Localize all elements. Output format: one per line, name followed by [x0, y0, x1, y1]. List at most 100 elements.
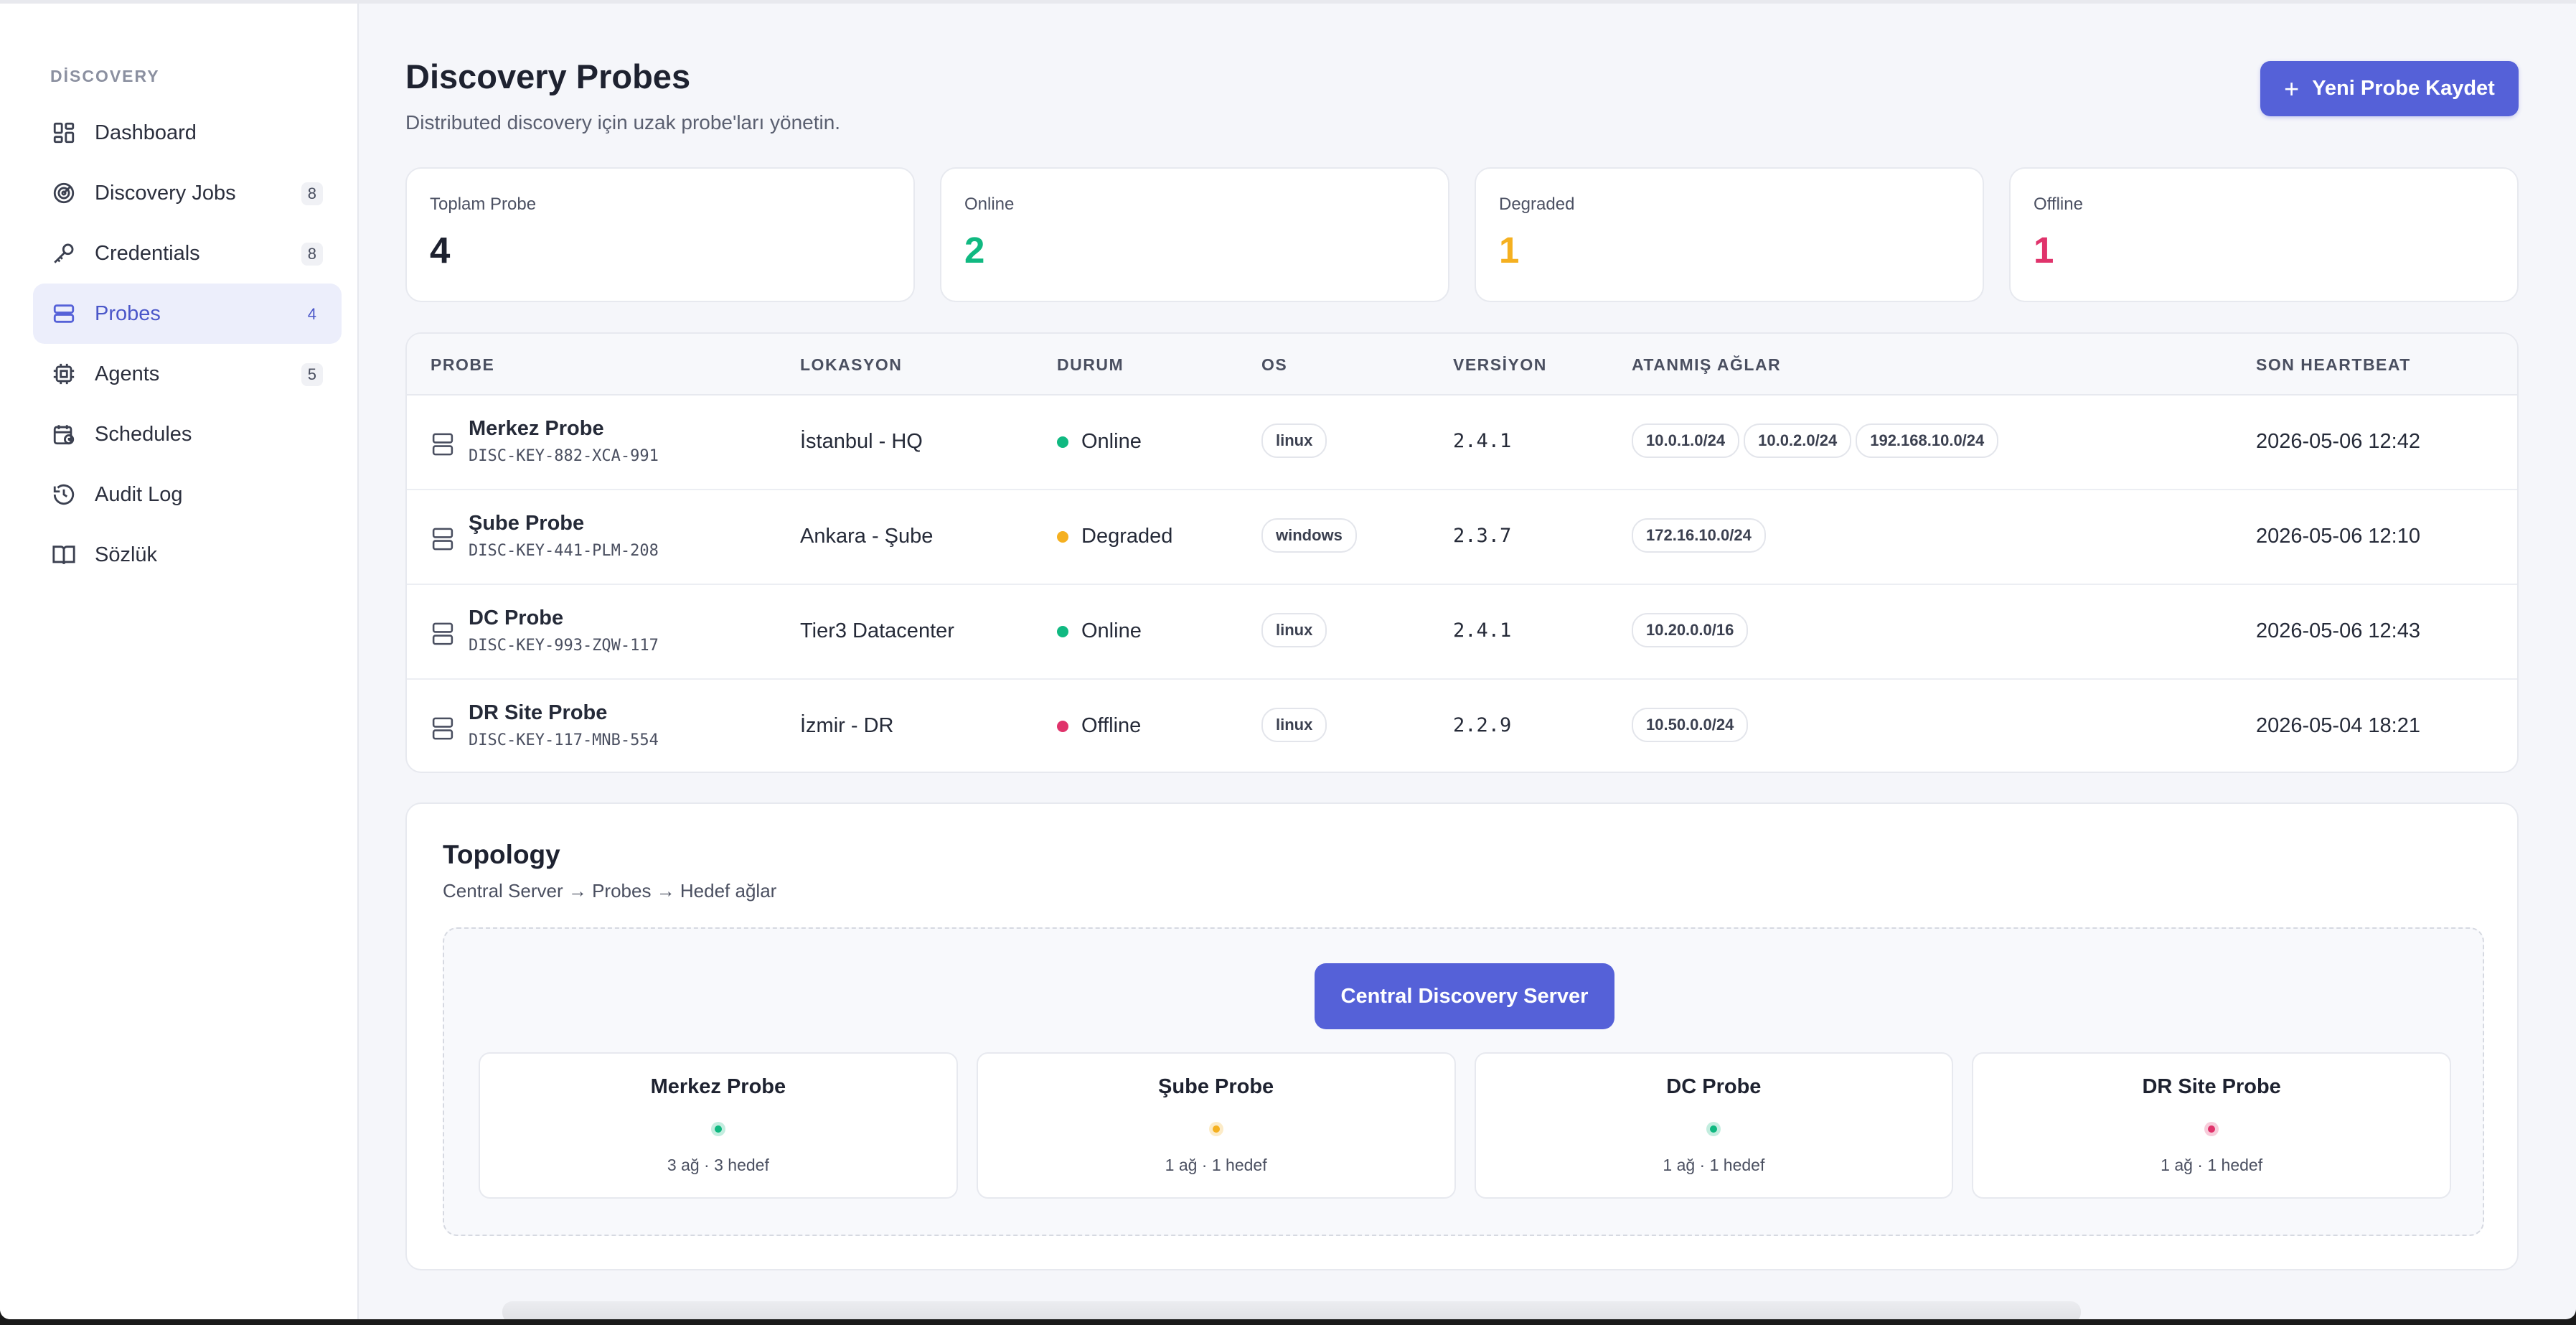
os-badge: windows [1261, 518, 1357, 553]
network-list: 172.16.10.0/24 [1632, 518, 1766, 553]
sidebar-item-dashboard[interactable]: Dashboard [33, 103, 342, 163]
sidebar-item-audit-log[interactable]: Audit Log [33, 464, 342, 525]
probe-key: DISC-KEY-993-ZQW-117 [469, 637, 659, 655]
count-badge: 8 [301, 243, 323, 266]
new-probe-button[interactable]: + Yeni Probe Kaydet [2260, 61, 2519, 116]
stat-label: Toplam Probe [430, 195, 537, 214]
probe-key: DISC-KEY-117-MNB-554 [469, 731, 659, 749]
status-dot [1706, 1122, 1721, 1136]
network-chip: 10.0.1.0/24 [1632, 423, 1740, 458]
table-row[interactable]: DC Probe DISC-KEY-993-ZQW-117 Tier3 Data… [407, 585, 2517, 680]
status-badge: Online [1057, 430, 1142, 454]
os-label: windows [1261, 518, 1357, 553]
history-icon [50, 481, 77, 508]
column-header-probe[interactable]: PROBE [431, 355, 494, 375]
network-list: 10.0.1.0/24 10.0.2.0/24 192.168.10.0/24 [1632, 423, 1999, 458]
sidebar-item-probes[interactable]: Probes 4 [33, 284, 342, 344]
column-header-location[interactable]: LOKASYON [800, 355, 902, 375]
stat-card-online: Online 2 [940, 167, 1449, 302]
status-label: Online [1081, 430, 1142, 453]
os-label: linux [1261, 708, 1327, 742]
os-badge: linux [1261, 613, 1327, 647]
network-chip: 10.0.2.0/24 [1744, 423, 1852, 458]
app-window: DİSCOVERY Dashboard Discovery Jobs 8 Cre… [0, 0, 2576, 1319]
page-title: Discovery Probes [405, 57, 691, 95]
network-list: 10.50.0.0/24 [1632, 708, 1749, 742]
stat-value: 1 [2034, 230, 2054, 271]
topology-probe-name: DC Probe [1666, 1075, 1762, 1098]
count-badge: 8 [301, 182, 323, 205]
last-heartbeat: 2026-05-06 12:42 [2256, 430, 2420, 453]
sidebar-item-label: Audit Log [95, 482, 183, 506]
network-list: 10.20.0.0/16 [1632, 613, 1749, 647]
stat-label: Degraded [1499, 195, 1575, 214]
status-dot [1057, 530, 1068, 543]
sidebar-item-sozluk[interactable]: Sözlük [33, 525, 342, 585]
sidebar-item-label: Agents [95, 362, 160, 385]
topology-probe-node[interactable]: DC Probe 1 ağ · 1 hedef [1474, 1052, 1954, 1199]
server-icon [431, 431, 454, 457]
stat-label: Online [964, 195, 1015, 214]
probe-key: DISC-KEY-441-PLM-208 [469, 542, 659, 560]
table-row[interactable]: DR Site Probe DISC-KEY-117-MNB-554 İzmir… [407, 680, 2517, 772]
status-label: Degraded [1081, 525, 1173, 548]
server-icon [431, 621, 454, 647]
status-badge: Online [1057, 619, 1142, 643]
central-server-node[interactable]: Central Discovery Server [1315, 963, 1614, 1029]
topology-diagram: Central Discovery Server Merkez Probe 3 … [443, 927, 2484, 1236]
topology-probe-list: Merkez Probe 3 ağ · 3 hedef Şube Probe 1… [479, 1052, 2451, 1199]
sidebar-section-title: DİSCOVERY [50, 67, 160, 85]
sidebar: DİSCOVERY Dashboard Discovery Jobs 8 Cre… [0, 4, 359, 1319]
sidebar-item-label: Schedules [95, 422, 192, 446]
column-header-networks[interactable]: ATANMIŞ AĞLAR [1632, 355, 1781, 375]
column-header-status[interactable]: DURUM [1057, 355, 1124, 375]
scroll-shadow [502, 1301, 2081, 1319]
probe-version: 2.4.1 [1453, 619, 1512, 642]
table-header: PROBE LOKASYON DURUM OS VERSİYON ATANMIŞ… [407, 334, 2517, 395]
os-badge: linux [1261, 423, 1327, 458]
sidebar-item-schedules[interactable]: Schedules [33, 404, 342, 464]
probe-name[interactable]: DC Probe [469, 607, 563, 630]
radar-icon [50, 179, 77, 207]
column-header-version[interactable]: VERSİYON [1453, 355, 1547, 375]
status-dot [1208, 1122, 1223, 1136]
sidebar-item-label: Sözlük [95, 543, 158, 566]
status-badge: Degraded [1057, 525, 1172, 548]
probe-name[interactable]: Şube Probe [469, 512, 584, 535]
topology-probe-node[interactable]: Merkez Probe 3 ağ · 3 hedef [479, 1052, 958, 1199]
probe-name[interactable]: DR Site Probe [469, 701, 607, 725]
network-chip: 10.20.0.0/16 [1632, 613, 1749, 647]
os-badge: linux [1261, 708, 1327, 742]
probe-version: 2.3.7 [1453, 525, 1512, 547]
calendar-icon [50, 421, 77, 448]
probe-version: 2.2.9 [1453, 714, 1512, 736]
server-icon [50, 300, 77, 327]
probe-location: İzmir - DR [800, 714, 894, 737]
sidebar-item-credentials[interactable]: Credentials 8 [33, 223, 342, 284]
probe-location: İstanbul - HQ [800, 430, 923, 453]
stat-value: 1 [1499, 230, 1520, 271]
table-row[interactable]: Şube Probe DISC-KEY-441-PLM-208 Ankara -… [407, 490, 2517, 585]
sidebar-item-agents[interactable]: Agents 5 [33, 344, 342, 404]
book-icon [50, 541, 77, 568]
topology-title: Topology [443, 840, 560, 869]
status-label: Offline [1081, 714, 1142, 737]
topology-probe-node[interactable]: Şube Probe 1 ağ · 1 hedef [976, 1052, 1456, 1199]
table-row[interactable]: Merkez Probe DISC-KEY-882-XCA-991 İstanb… [407, 395, 2517, 490]
sidebar-item-discovery-jobs[interactable]: Discovery Jobs 8 [33, 163, 342, 223]
probe-name[interactable]: Merkez Probe [469, 417, 604, 441]
plus-icon: + [2284, 73, 2300, 103]
last-heartbeat: 2026-05-04 18:21 [2256, 714, 2420, 737]
column-header-heartbeat[interactable]: SON HEARTBEAT [2256, 355, 2411, 375]
topology-probe-name: Şube Probe [1158, 1075, 1274, 1098]
topology-probe-info: 1 ağ · 1 hedef [2161, 1156, 2263, 1174]
topology-probe-node[interactable]: DR Site Probe 1 ağ · 1 hedef [1972, 1052, 2451, 1199]
probe-location: Ankara - Şube [800, 525, 934, 548]
column-header-os[interactable]: OS [1261, 355, 1287, 375]
topology-probe-info: 1 ağ · 1 hedef [1165, 1156, 1267, 1174]
key-icon [50, 240, 77, 267]
topology-probe-name: Merkez Probe [650, 1075, 786, 1098]
status-dot [1057, 436, 1068, 448]
cpu-icon [50, 360, 77, 388]
status-dot [1057, 720, 1068, 732]
